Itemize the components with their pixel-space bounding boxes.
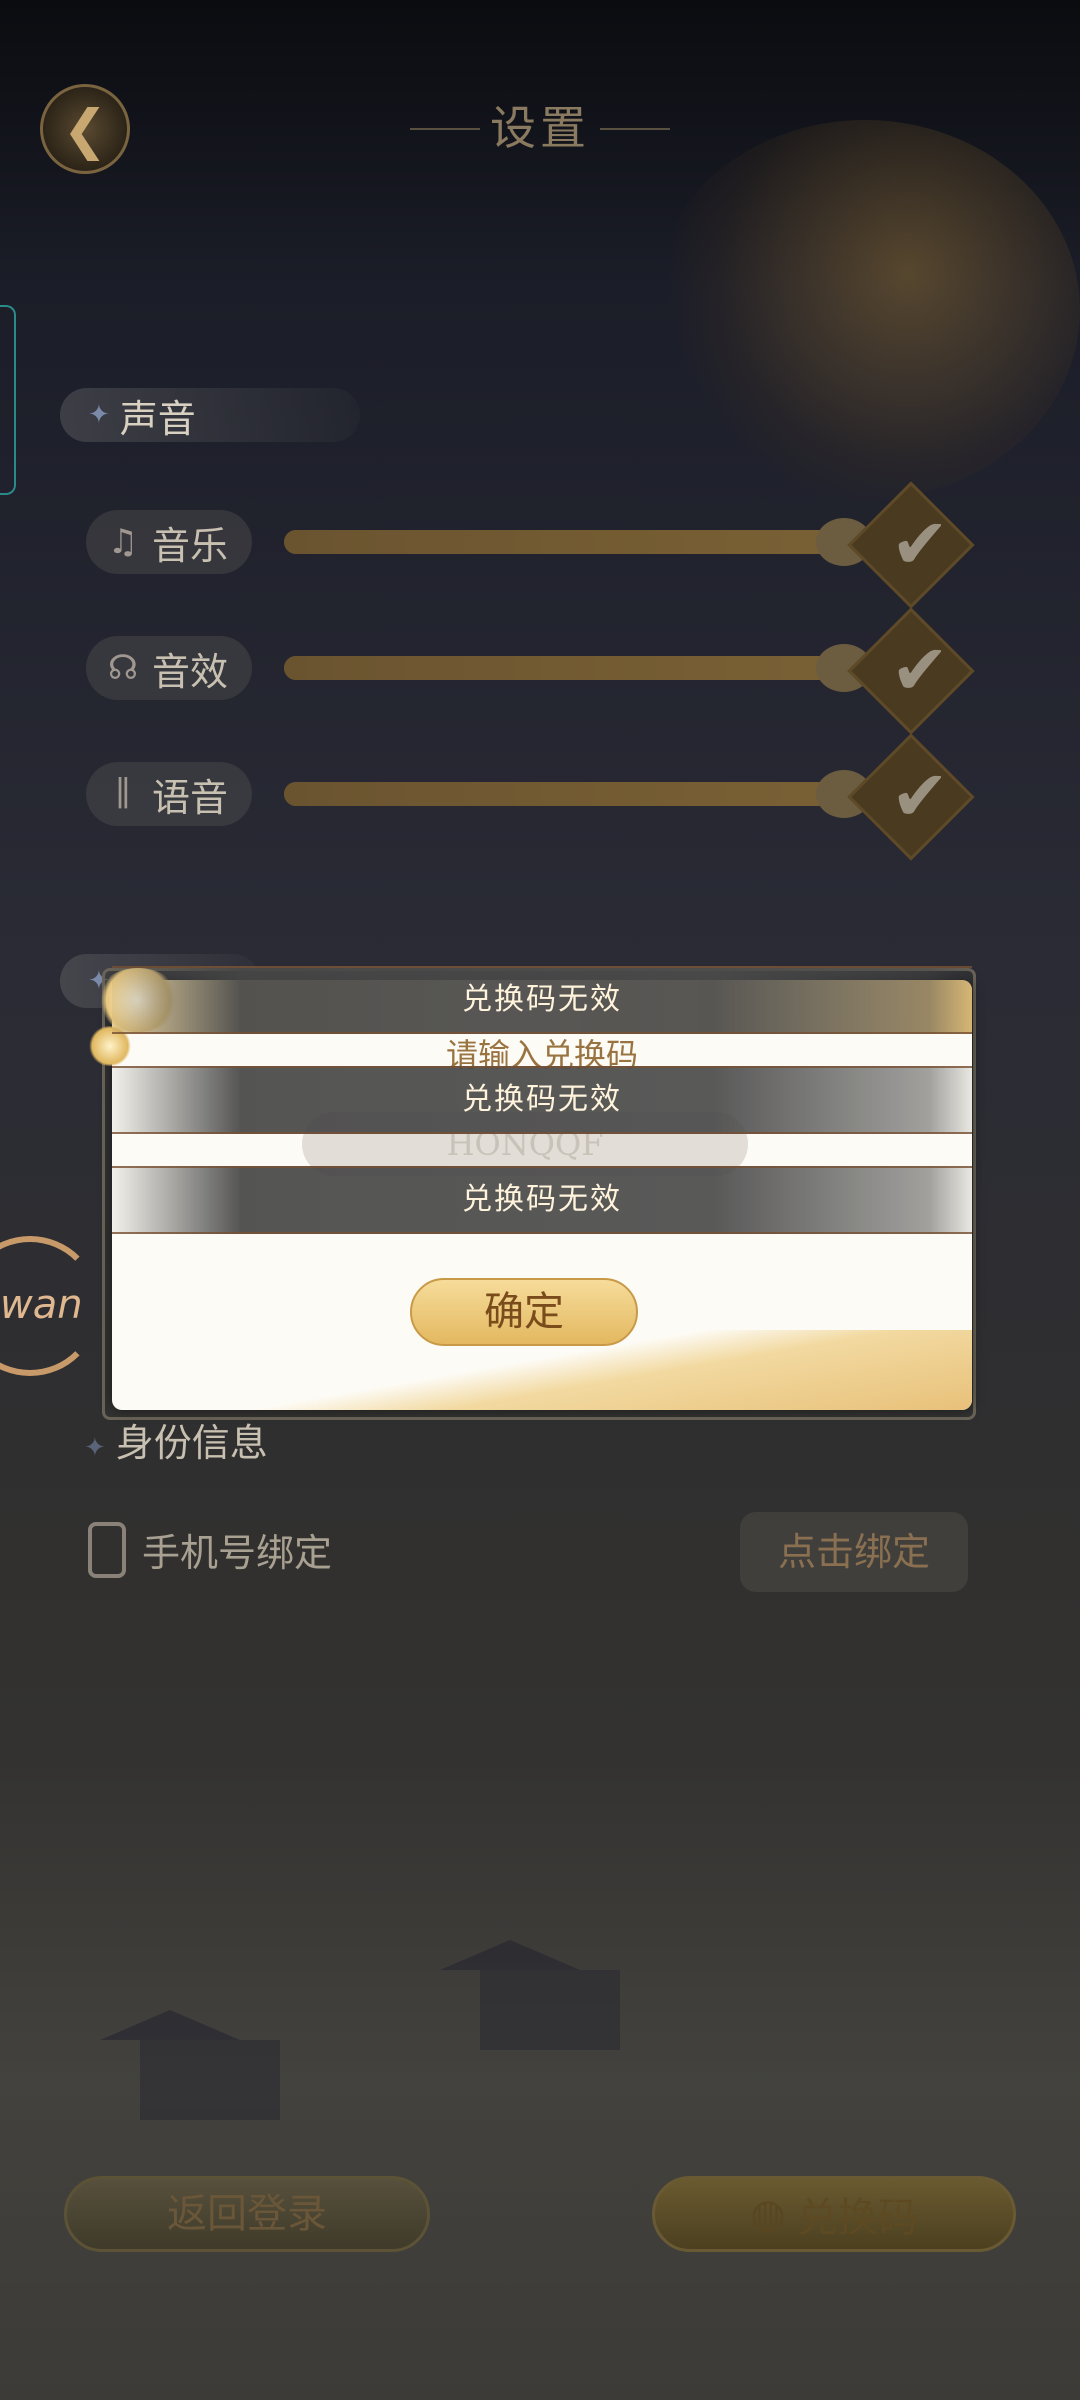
checkmark-icon: ✔: [890, 503, 950, 585]
redeem-code-label: 兑换码: [797, 2195, 918, 2241]
pagoda-body: [480, 1970, 620, 2050]
sound-row-label: ♫ 音乐: [86, 510, 252, 574]
checkmark-icon: ✔: [890, 629, 950, 711]
redeem-code-button[interactable]: ◍ 兑换码: [652, 2176, 1016, 2252]
pagoda-roof: [440, 1940, 580, 1970]
background-glow: [650, 120, 1080, 500]
section-identity: ✦ 身份信息: [84, 1412, 268, 1467]
logo: wan: [0, 1282, 83, 1328]
bind-phone-button[interactable]: 点击绑定: [740, 1512, 968, 1592]
sound-row-text: 音乐: [152, 523, 229, 568]
side-tab[interactable]: [0, 305, 16, 495]
page-title: 设置: [490, 101, 590, 155]
phone-bind-label: 手机号绑定: [142, 1531, 333, 1575]
volume-slider[interactable]: [284, 518, 872, 566]
star-icon: ✦: [84, 1433, 106, 1463]
checkmark-icon: ✔: [890, 755, 950, 837]
back-to-login-button[interactable]: 返回登录: [64, 2176, 430, 2252]
pagoda-roof-left: [100, 2010, 240, 2040]
money-bag-icon: ◍: [750, 2191, 786, 2237]
volume-slider[interactable]: [284, 644, 872, 692]
phone-icon: [88, 1522, 126, 1578]
section-identity-title: 身份信息: [115, 1421, 268, 1465]
toast-message: 兑换码无效: [112, 966, 972, 1034]
voice-wave-icon: ∥: [115, 774, 131, 814]
sound-row-label: ☊ 音效: [86, 636, 252, 700]
toast-message: 兑换码无效: [112, 1166, 972, 1234]
volume-slider[interactable]: [284, 770, 872, 818]
toast-message: 兑换码无效: [112, 1066, 972, 1134]
section-sound: ✦ 声音: [60, 388, 360, 442]
volume-slider-fill: [284, 656, 844, 680]
sound-row-label: ∥ 语音: [86, 762, 252, 826]
sound-row-text: 音效: [152, 649, 229, 694]
volume-slider-fill: [284, 782, 844, 806]
music-note-icon: ♫: [107, 522, 139, 562]
star-icon: ✦: [88, 400, 110, 430]
confirm-button[interactable]: 确定: [410, 1278, 638, 1346]
pagoda-body-left: [140, 2040, 280, 2120]
section-sound-title: 声音: [119, 396, 196, 441]
sound-row-text: 语音: [152, 775, 229, 820]
volume-slider-fill: [284, 530, 844, 554]
headphones-icon: ☊: [107, 648, 139, 688]
